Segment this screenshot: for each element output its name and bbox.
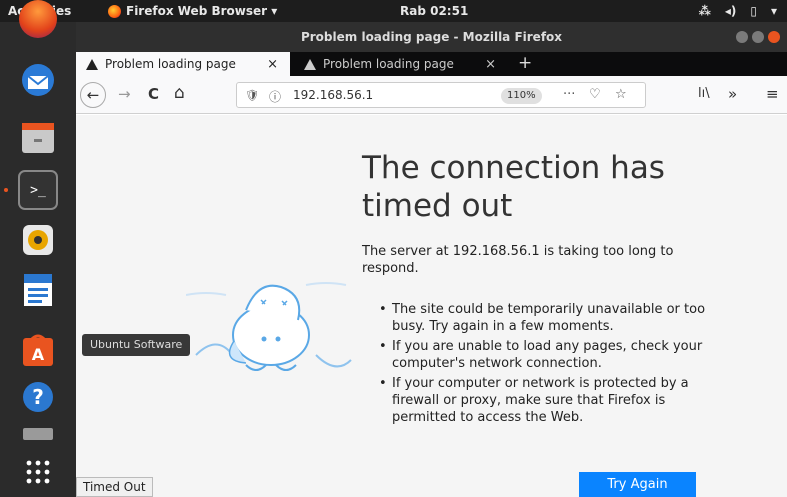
svg-text:?: ? [32, 385, 44, 409]
forward-button[interactable]: → [118, 85, 131, 103]
tab-problem-loading-1[interactable]: Problem loading page × [76, 52, 290, 76]
suggestion-item: If you are unable to load any pages, che… [376, 338, 712, 372]
status-bar: Timed Out [76, 477, 153, 497]
suggestion-item: If your computer or network is protected… [376, 375, 712, 426]
reload-button[interactable]: C [148, 85, 159, 103]
tab-problem-loading-2[interactable]: Problem loading page × [294, 52, 508, 76]
rhythmbox-icon[interactable] [18, 220, 58, 260]
overflow-icon[interactable]: » [728, 85, 737, 103]
writer-icon[interactable] [18, 270, 58, 310]
clock[interactable]: Rab 02:51 [400, 4, 468, 18]
terminal-icon[interactable]: >_ [18, 170, 58, 210]
svg-text:A: A [32, 345, 45, 364]
tab-label: Problem loading page [105, 57, 236, 71]
pocket-icon[interactable]: ♡ [589, 87, 601, 102]
library-icon[interactable]: lı\ [698, 86, 710, 101]
dock-tooltip: Ubuntu Software [82, 334, 191, 356]
try-again-button[interactable]: Try Again [579, 472, 696, 497]
window-titlebar[interactable]: Problem loading page - Mozilla Firefox [76, 22, 787, 52]
nav-bar: ← → C ⌂ 🛡 ⓘ 192.168.56.1 110% ··· ♡ ☆ lı… [76, 76, 787, 114]
error-description: The server at 192.168.56.1 is taking too… [362, 244, 674, 276]
bookmark-star-icon[interactable]: ☆ [615, 87, 627, 102]
shield-icon[interactable]: 🛡 [245, 89, 259, 102]
volume-icon[interactable]: ◂) [725, 4, 737, 18]
files-icon[interactable] [18, 118, 58, 158]
thunderbird-icon[interactable] [18, 60, 58, 100]
home-button[interactable]: ⌂ [174, 83, 185, 103]
maximize-button[interactable] [752, 31, 764, 43]
system-tray[interactable]: ⁂ ◂) ▯ ▾ [699, 4, 777, 18]
hamburger-menu-icon[interactable]: ≡ [766, 85, 779, 103]
warning-icon [304, 58, 316, 70]
back-button[interactable]: ← [80, 82, 106, 108]
error-suggestions: The site could be temporarily unavailabl… [376, 301, 712, 429]
show-apps-icon[interactable] [18, 452, 58, 492]
help-icon[interactable]: ? [18, 377, 58, 417]
page-actions-icon[interactable]: ··· [563, 87, 575, 102]
battery-icon[interactable]: ▯ [750, 4, 757, 18]
dock: >_ A ? [0, 0, 76, 497]
top-bar: Activities Firefox Web Browser ▾ Rab 02:… [0, 0, 787, 22]
app-menu-label: Firefox Web Browser ▾ [126, 4, 278, 18]
warning-icon [86, 58, 98, 70]
tab-close-icon[interactable]: × [485, 57, 496, 72]
timeout-illustration-icon [186, 282, 352, 371]
firefox-icon[interactable] [19, 0, 57, 38]
tab-label: Problem loading page [323, 57, 454, 71]
network-icon[interactable]: ⁂ [699, 4, 711, 18]
window-title: Problem loading page - Mozilla Firefox [300, 30, 563, 44]
trash-icon[interactable] [18, 425, 58, 441]
new-tab-button[interactable]: + [518, 53, 532, 73]
menu-arrow-icon[interactable]: ▾ [771, 4, 777, 18]
url-bar[interactable]: 🛡 ⓘ 192.168.56.1 110% ··· ♡ ☆ [236, 82, 646, 108]
app-menu[interactable]: Firefox Web Browser ▾ [108, 4, 277, 18]
error-heading: The connection has timed out [362, 150, 665, 224]
tab-close-icon[interactable]: × [267, 57, 278, 72]
minimize-button[interactable] [736, 31, 748, 43]
zoom-indicator[interactable]: 110% [501, 88, 542, 104]
info-icon[interactable]: ⓘ [269, 88, 281, 105]
url-text[interactable]: 192.168.56.1 [293, 88, 373, 102]
tab-bar: Problem loading page × Problem loading p… [76, 52, 787, 76]
ubuntu-software-icon[interactable]: A [18, 330, 58, 370]
suggestion-item: The site could be temporarily unavailabl… [376, 301, 712, 335]
firefox-small-icon [108, 4, 121, 18]
close-window-button[interactable] [768, 31, 780, 43]
error-page: The connection has timed out The server … [76, 115, 787, 497]
